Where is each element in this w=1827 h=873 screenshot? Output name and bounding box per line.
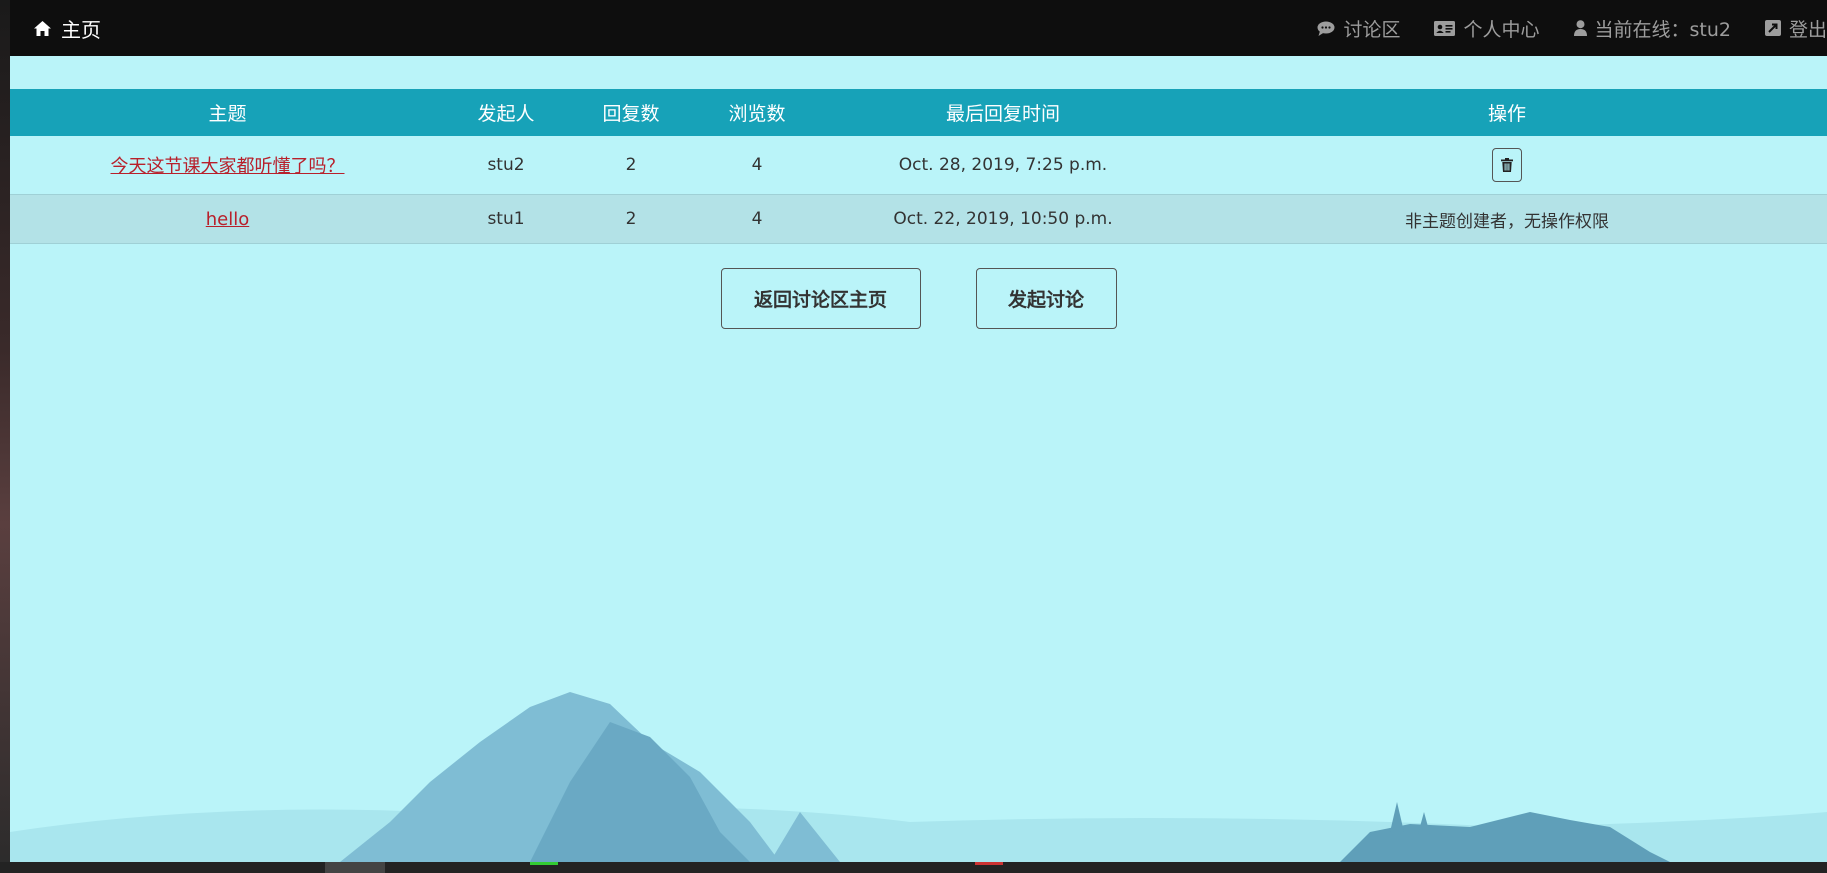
cell-author: stu1 [445,194,567,244]
cell-topic: hello [10,194,445,244]
user-icon [1573,20,1587,36]
nav-forum-label: 讨论区 [1343,18,1401,41]
cell-last-reply: Oct. 22, 2019, 10:50 p.m. [819,194,1187,244]
header-author: 发起人 [445,89,567,136]
top-navbar: 主页 讨论区 个人中心 当前在线：stu2 登出 [10,0,1827,56]
nav-profile[interactable]: 个人中心 [1434,15,1540,42]
header-last-reply: 最后回复时间 [819,89,1187,136]
back-to-forum-button[interactable]: 返回讨论区主页 [720,268,921,329]
table-row: 今天这节课大家都听懂了吗？ stu2 2 4 Oct. 28, 2019, 7:… [10,136,1827,195]
desktop-edge [0,0,10,873]
nav-logout[interactable]: 登出 [1764,15,1827,42]
nav-profile-label: 个人中心 [1463,18,1540,41]
header-views: 浏览数 [695,89,819,136]
header-actions: 操作 [1187,89,1827,136]
delete-button[interactable] [1492,148,1522,182]
comment-icon [1317,21,1335,36]
topic-link[interactable]: hello [206,209,250,230]
topic-link[interactable]: 今天这节课大家都听懂了吗？ [111,156,345,177]
table-header-row: 主题 发起人 回复数 浏览数 最后回复时间 操作 [10,89,1827,136]
navbar-right: 讨论区 个人中心 当前在线：stu2 登出 [1283,0,1827,56]
trash-icon [1501,158,1513,172]
home-label: 主页 [61,17,101,42]
cell-no-permission: 非主题创建者，无操作权限 [1187,194,1827,244]
nav-online-user: 当前在线：stu2 [1573,15,1731,42]
taskbar-item[interactable] [530,862,558,865]
nav-logout-label: 登出 [1788,18,1827,41]
taskbar-item[interactable] [325,862,385,873]
cell-views: 4 [751,155,763,175]
nav-forum[interactable]: 讨论区 [1317,15,1400,42]
cell-actions [1187,136,1827,195]
id-card-icon [1434,20,1456,36]
table-row: hello stu1 2 4 Oct. 22, 2019, 10:50 p.m.… [10,194,1827,244]
forum-topic-list-page: 主题 发起人 回复数 浏览数 最后回复时间 操作 今天这节课大家都听懂了吗？ s… [10,56,1827,862]
os-taskbar [0,862,1827,873]
topic-table: 主题 发起人 回复数 浏览数 最后回复时间 操作 今天这节课大家都听懂了吗？ s… [10,89,1827,244]
cell-replies: 2 [567,194,695,244]
logout-icon [1764,20,1781,36]
nav-online-label: 当前在线：stu2 [1594,18,1731,41]
home-link[interactable]: 主页 [34,0,101,56]
mountain-background [10,692,1827,862]
action-buttons: 返回讨论区主页 发起讨论 [10,268,1827,329]
taskbar-item[interactable] [975,862,1003,865]
header-replies: 回复数 [567,89,695,136]
new-topic-button[interactable]: 发起讨论 [975,268,1117,329]
cell-author: stu2 [487,155,525,175]
cell-topic: 今天这节课大家都听懂了吗？ [10,136,445,195]
header-topic: 主题 [10,89,445,136]
cell-last-reply: Oct. 28, 2019, 7:25 p.m. [898,155,1108,175]
cell-views: 4 [695,194,819,244]
cell-replies: 2 [625,155,637,175]
home-icon [34,20,51,36]
